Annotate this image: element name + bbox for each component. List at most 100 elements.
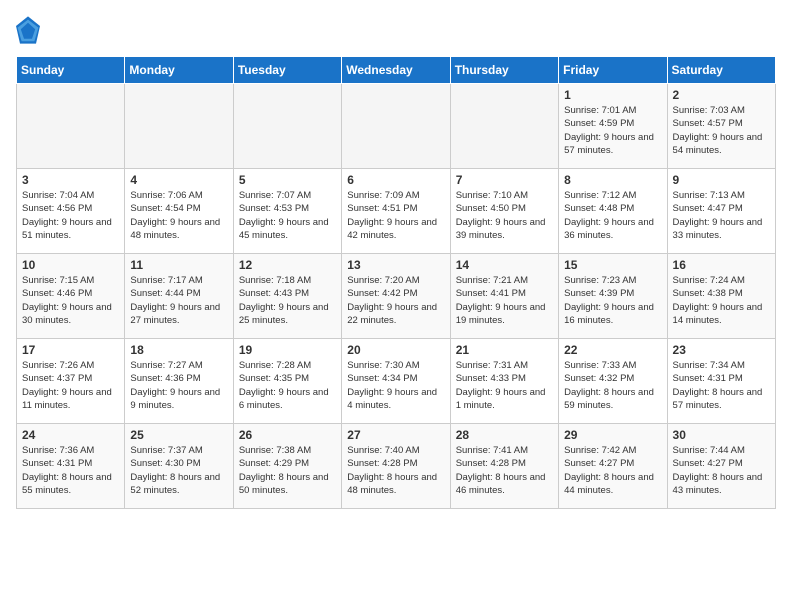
day-info: Sunrise: 7:07 AM Sunset: 4:53 PM Dayligh… bbox=[239, 189, 336, 242]
calendar-cell bbox=[342, 84, 450, 169]
logo bbox=[16, 16, 44, 44]
calendar-cell: 16 Sunrise: 7:24 AM Sunset: 4:38 PM Dayli… bbox=[667, 254, 775, 339]
day-number: 30 bbox=[673, 428, 770, 442]
day-info: Sunrise: 7:15 AM Sunset: 4:46 PM Dayligh… bbox=[22, 274, 119, 327]
day-number: 28 bbox=[456, 428, 553, 442]
calendar-cell: 29 Sunrise: 7:42 AM Sunset: 4:27 PM Dayli… bbox=[559, 424, 667, 509]
day-number: 16 bbox=[673, 258, 770, 272]
day-info: Sunrise: 7:30 AM Sunset: 4:34 PM Dayligh… bbox=[347, 359, 444, 412]
weekday-header: Sunday bbox=[17, 57, 125, 84]
day-info: Sunrise: 7:33 AM Sunset: 4:32 PM Dayligh… bbox=[564, 359, 661, 412]
day-number: 5 bbox=[239, 173, 336, 187]
day-info: Sunrise: 7:09 AM Sunset: 4:51 PM Dayligh… bbox=[347, 189, 444, 242]
day-info: Sunrise: 7:44 AM Sunset: 4:27 PM Dayligh… bbox=[673, 444, 770, 497]
calendar-cell: 26 Sunrise: 7:38 AM Sunset: 4:29 PM Dayli… bbox=[233, 424, 341, 509]
page-header bbox=[16, 16, 776, 44]
calendar-cell: 13 Sunrise: 7:20 AM Sunset: 4:42 PM Dayli… bbox=[342, 254, 450, 339]
calendar-cell: 1 Sunrise: 7:01 AM Sunset: 4:59 PM Daylig… bbox=[559, 84, 667, 169]
day-number: 20 bbox=[347, 343, 444, 357]
calendar-cell: 30 Sunrise: 7:44 AM Sunset: 4:27 PM Dayli… bbox=[667, 424, 775, 509]
day-number: 27 bbox=[347, 428, 444, 442]
calendar-cell: 15 Sunrise: 7:23 AM Sunset: 4:39 PM Dayli… bbox=[559, 254, 667, 339]
day-number: 13 bbox=[347, 258, 444, 272]
day-number: 18 bbox=[130, 343, 227, 357]
day-info: Sunrise: 7:04 AM Sunset: 4:56 PM Dayligh… bbox=[22, 189, 119, 242]
day-number: 26 bbox=[239, 428, 336, 442]
day-info: Sunrise: 7:01 AM Sunset: 4:59 PM Dayligh… bbox=[564, 104, 661, 157]
calendar-cell: 27 Sunrise: 7:40 AM Sunset: 4:28 PM Dayli… bbox=[342, 424, 450, 509]
day-info: Sunrise: 7:40 AM Sunset: 4:28 PM Dayligh… bbox=[347, 444, 444, 497]
day-info: Sunrise: 7:18 AM Sunset: 4:43 PM Dayligh… bbox=[239, 274, 336, 327]
day-number: 2 bbox=[673, 88, 770, 102]
calendar-week-row: 10Sunrise: 7:15 AM Sunset: 4:46 PM Dayli… bbox=[17, 254, 776, 339]
day-number: 22 bbox=[564, 343, 661, 357]
day-number: 9 bbox=[673, 173, 770, 187]
day-number: 21 bbox=[456, 343, 553, 357]
day-info: Sunrise: 7:37 AM Sunset: 4:30 PM Dayligh… bbox=[130, 444, 227, 497]
day-info: Sunrise: 7:27 AM Sunset: 4:36 PM Dayligh… bbox=[130, 359, 227, 412]
calendar-cell: 25 Sunrise: 7:37 AM Sunset: 4:30 PM Dayli… bbox=[125, 424, 233, 509]
day-info: Sunrise: 7:17 AM Sunset: 4:44 PM Dayligh… bbox=[130, 274, 227, 327]
day-info: Sunrise: 7:21 AM Sunset: 4:41 PM Dayligh… bbox=[456, 274, 553, 327]
weekday-header: Friday bbox=[559, 57, 667, 84]
day-number: 23 bbox=[673, 343, 770, 357]
day-info: Sunrise: 7:20 AM Sunset: 4:42 PM Dayligh… bbox=[347, 274, 444, 327]
calendar-cell bbox=[233, 84, 341, 169]
calendar-cell bbox=[125, 84, 233, 169]
day-info: Sunrise: 7:38 AM Sunset: 4:29 PM Dayligh… bbox=[239, 444, 336, 497]
calendar-cell: 28 Sunrise: 7:41 AM Sunset: 4:28 PM Dayli… bbox=[450, 424, 558, 509]
day-number: 1 bbox=[564, 88, 661, 102]
day-info: Sunrise: 7:12 AM Sunset: 4:48 PM Dayligh… bbox=[564, 189, 661, 242]
weekday-header: Thursday bbox=[450, 57, 558, 84]
weekday-header: Saturday bbox=[667, 57, 775, 84]
calendar-cell: 21 Sunrise: 7:31 AM Sunset: 4:33 PM Dayli… bbox=[450, 339, 558, 424]
day-info: Sunrise: 7:10 AM Sunset: 4:50 PM Dayligh… bbox=[456, 189, 553, 242]
calendar-cell: 11 Sunrise: 7:17 AM Sunset: 4:44 PM Dayli… bbox=[125, 254, 233, 339]
calendar-cell: 2Sunrise: 7:03 AM Sunset: 4:57 PM Daylig… bbox=[667, 84, 775, 169]
day-number: 19 bbox=[239, 343, 336, 357]
day-info: Sunrise: 7:31 AM Sunset: 4:33 PM Dayligh… bbox=[456, 359, 553, 412]
calendar-cell: 18 Sunrise: 7:27 AM Sunset: 4:36 PM Dayli… bbox=[125, 339, 233, 424]
day-number: 4 bbox=[130, 173, 227, 187]
day-number: 11 bbox=[130, 258, 227, 272]
weekday-header: Wednesday bbox=[342, 57, 450, 84]
day-info: Sunrise: 7:06 AM Sunset: 4:54 PM Dayligh… bbox=[130, 189, 227, 242]
weekday-header: Monday bbox=[125, 57, 233, 84]
day-number: 12 bbox=[239, 258, 336, 272]
day-number: 29 bbox=[564, 428, 661, 442]
day-info: Sunrise: 7:13 AM Sunset: 4:47 PM Dayligh… bbox=[673, 189, 770, 242]
day-number: 3 bbox=[22, 173, 119, 187]
day-info: Sunrise: 7:28 AM Sunset: 4:35 PM Dayligh… bbox=[239, 359, 336, 412]
calendar-header-row: SundayMondayTuesdayWednesdayThursdayFrid… bbox=[17, 57, 776, 84]
calendar-cell: 17 Sunrise: 7:26 AM Sunset: 4:37 PM Dayli… bbox=[17, 339, 125, 424]
day-number: 17 bbox=[22, 343, 119, 357]
calendar-cell: 7Sunrise: 7:10 AM Sunset: 4:50 PM Daylig… bbox=[450, 169, 558, 254]
day-info: Sunrise: 7:24 AM Sunset: 4:38 PM Dayligh… bbox=[673, 274, 770, 327]
calendar-cell: 4 Sunrise: 7:06 AM Sunset: 4:54 PM Daylig… bbox=[125, 169, 233, 254]
calendar-week-row: 1 Sunrise: 7:01 AM Sunset: 4:59 PM Daylig… bbox=[17, 84, 776, 169]
calendar-cell bbox=[450, 84, 558, 169]
weekday-header: Tuesday bbox=[233, 57, 341, 84]
calendar-cell: 22 Sunrise: 7:33 AM Sunset: 4:32 PM Dayli… bbox=[559, 339, 667, 424]
calendar-cell: 3 Sunrise: 7:04 AM Sunset: 4:56 PM Daylig… bbox=[17, 169, 125, 254]
calendar-week-row: 3 Sunrise: 7:04 AM Sunset: 4:56 PM Daylig… bbox=[17, 169, 776, 254]
calendar-table: SundayMondayTuesdayWednesdayThursdayFrid… bbox=[16, 56, 776, 509]
calendar-cell: 5 Sunrise: 7:07 AM Sunset: 4:53 PM Daylig… bbox=[233, 169, 341, 254]
day-number: 6 bbox=[347, 173, 444, 187]
day-number: 25 bbox=[130, 428, 227, 442]
day-number: 15 bbox=[564, 258, 661, 272]
day-info: Sunrise: 7:26 AM Sunset: 4:37 PM Dayligh… bbox=[22, 359, 119, 412]
calendar-cell: 14Sunrise: 7:21 AM Sunset: 4:41 PM Dayli… bbox=[450, 254, 558, 339]
calendar-cell bbox=[17, 84, 125, 169]
calendar-cell: 8Sunrise: 7:12 AM Sunset: 4:48 PM Daylig… bbox=[559, 169, 667, 254]
day-info: Sunrise: 7:36 AM Sunset: 4:31 PM Dayligh… bbox=[22, 444, 119, 497]
day-info: Sunrise: 7:42 AM Sunset: 4:27 PM Dayligh… bbox=[564, 444, 661, 497]
logo-icon bbox=[16, 16, 40, 44]
calendar-cell: 24Sunrise: 7:36 AM Sunset: 4:31 PM Dayli… bbox=[17, 424, 125, 509]
calendar-cell: 23Sunrise: 7:34 AM Sunset: 4:31 PM Dayli… bbox=[667, 339, 775, 424]
day-info: Sunrise: 7:41 AM Sunset: 4:28 PM Dayligh… bbox=[456, 444, 553, 497]
calendar-cell: 9 Sunrise: 7:13 AM Sunset: 4:47 PM Daylig… bbox=[667, 169, 775, 254]
calendar-cell: 10Sunrise: 7:15 AM Sunset: 4:46 PM Dayli… bbox=[17, 254, 125, 339]
calendar-week-row: 24Sunrise: 7:36 AM Sunset: 4:31 PM Dayli… bbox=[17, 424, 776, 509]
day-info: Sunrise: 7:23 AM Sunset: 4:39 PM Dayligh… bbox=[564, 274, 661, 327]
